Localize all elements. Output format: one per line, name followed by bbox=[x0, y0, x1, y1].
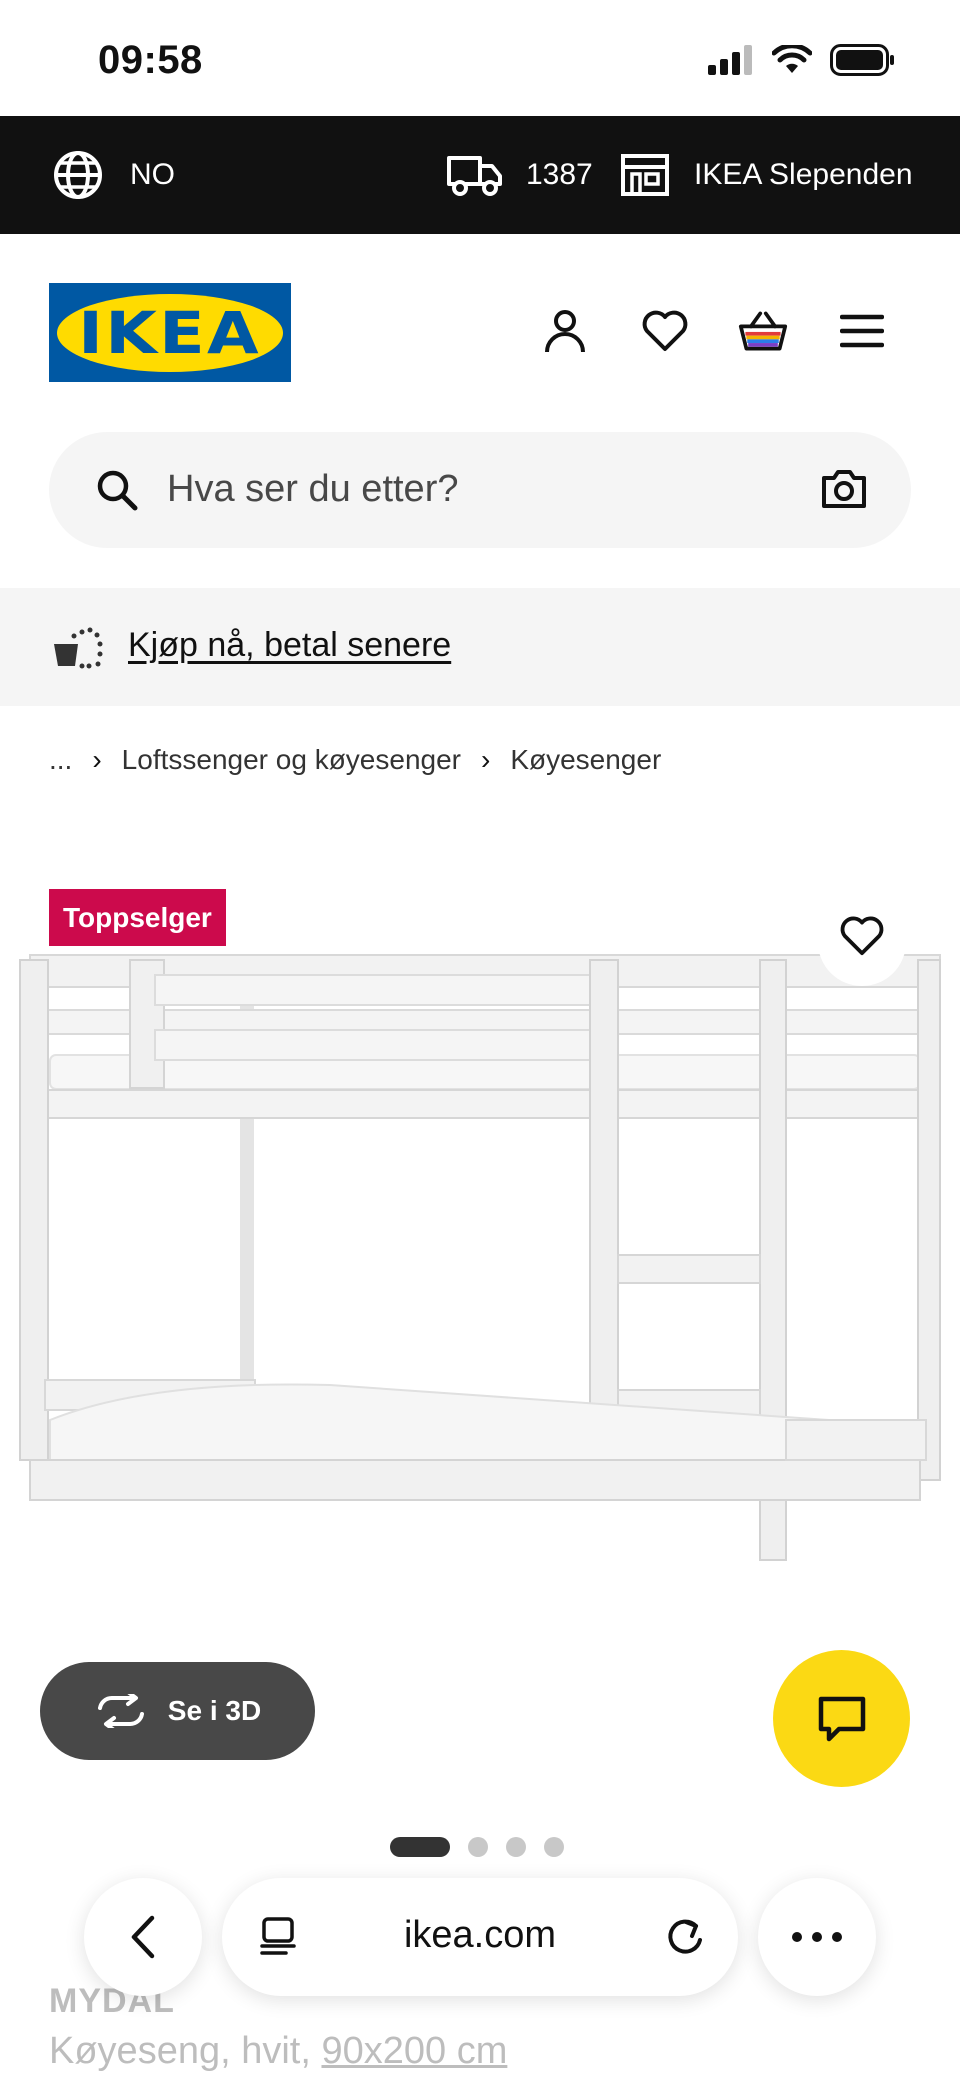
chevron-right-icon: › bbox=[92, 744, 102, 775]
country-selector[interactable]: NO bbox=[52, 116, 175, 234]
breadcrumb-ellipsis[interactable]: ... bbox=[49, 744, 72, 776]
store-icon bbox=[621, 154, 669, 196]
search-icon bbox=[97, 470, 138, 511]
gallery-indicator bbox=[390, 1837, 564, 1857]
status-bar: 09:58 bbox=[0, 0, 960, 116]
gallery-dot[interactable] bbox=[506, 1837, 526, 1857]
back-button[interactable] bbox=[84, 1878, 202, 1996]
breadcrumb-item-loft-bunk-beds[interactable]: Loftssenger og køyesenger bbox=[122, 744, 461, 776]
view-in-3d-button[interactable]: Se i 3D bbox=[40, 1662, 315, 1760]
chevron-right-icon: › bbox=[480, 744, 491, 775]
promo-banner: Kjøp nå, betal senere bbox=[0, 588, 960, 706]
truck-icon bbox=[447, 156, 502, 196]
favorites-icon[interactable] bbox=[640, 306, 690, 356]
store-name: IKEA Slependen bbox=[694, 158, 913, 191]
payment-bag-icon bbox=[54, 627, 103, 669]
search-bar[interactable]: Hva ser du etter? bbox=[49, 432, 911, 548]
ikea-logo[interactable]: IKEA bbox=[49, 283, 291, 382]
globe-icon bbox=[54, 151, 102, 199]
breadcrumb-item-bunk-beds[interactable]: Køyesenger bbox=[510, 744, 661, 776]
logo-oval: IKEA bbox=[57, 293, 283, 372]
buy-now-pay-later-link[interactable]: Kjøp nå, betal senere bbox=[128, 626, 451, 665]
bestseller-badge: Toppselger bbox=[49, 889, 226, 946]
camera-icon[interactable] bbox=[821, 468, 867, 510]
status-icons bbox=[708, 44, 896, 76]
product-description-text: Køyeseng, hvit, bbox=[49, 2030, 322, 2072]
reload-icon[interactable] bbox=[664, 1916, 706, 1958]
rotate-3d-icon bbox=[97, 1694, 144, 1728]
gallery-dot[interactable] bbox=[468, 1837, 488, 1857]
menu-icon[interactable] bbox=[837, 306, 887, 356]
top-bar: NO 1387 IKEA Slependen bbox=[0, 116, 960, 234]
address-bar[interactable]: ikea.com bbox=[222, 1878, 738, 1996]
product-description: Køyeseng, hvit, 90x200 cm bbox=[49, 2030, 507, 2073]
header: IKEA bbox=[0, 234, 960, 404]
breadcrumb: ... › Loftssenger og køyesenger › Køyese… bbox=[49, 740, 661, 780]
view-in-3d-label: Se i 3D bbox=[167, 1695, 262, 1726]
postcode-text: 1387 bbox=[526, 158, 593, 191]
signal-icon bbox=[708, 45, 752, 75]
wifi-icon bbox=[772, 45, 812, 73]
chat-button[interactable] bbox=[773, 1650, 910, 1787]
chevron-left-icon bbox=[131, 1915, 155, 1959]
status-time: 09:58 bbox=[98, 38, 203, 82]
chat-icon bbox=[818, 1696, 865, 1741]
add-to-favorites-button[interactable] bbox=[818, 886, 906, 986]
store-selector[interactable]: IKEA Slependen bbox=[620, 116, 913, 234]
logo-text: IKEA bbox=[78, 298, 262, 367]
country-code: NO bbox=[130, 158, 175, 191]
product-size-link[interactable]: 90x200 cm bbox=[321, 2030, 507, 2072]
delivery-postcode[interactable]: 1387 bbox=[446, 116, 593, 234]
cart-icon[interactable] bbox=[738, 306, 788, 356]
more-options-button[interactable] bbox=[758, 1878, 876, 1996]
more-icon bbox=[792, 1932, 842, 1942]
profile-icon[interactable] bbox=[540, 306, 590, 356]
browser-toolbar: ikea.com bbox=[0, 1870, 960, 2000]
gallery-dot[interactable] bbox=[544, 1837, 564, 1857]
gallery-dot-active[interactable] bbox=[390, 1837, 450, 1857]
product-image[interactable] bbox=[0, 880, 960, 1700]
url-text: ikea.com bbox=[403, 1914, 557, 1956]
search-input[interactable]: Hva ser du etter? bbox=[167, 468, 458, 511]
heart-icon bbox=[840, 916, 884, 956]
battery-icon bbox=[830, 44, 894, 76]
